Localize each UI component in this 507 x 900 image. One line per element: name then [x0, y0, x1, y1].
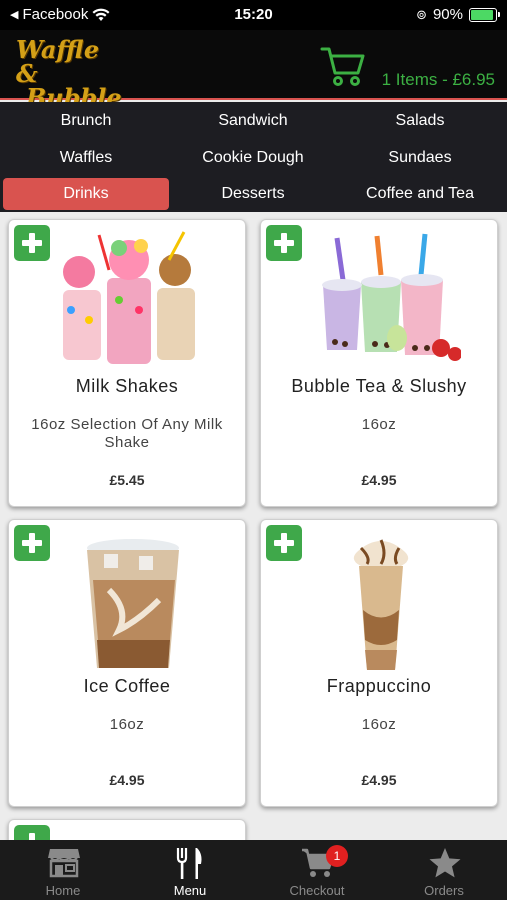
add-button[interactable]	[266, 225, 302, 261]
product-card-frappuccino[interactable]: Frappuccino 16oz £4.95	[260, 519, 498, 807]
nav-checkout-label: Checkout	[289, 883, 345, 898]
category-sundaes[interactable]: Sundaes	[337, 142, 503, 174]
status-bar: ◀ Facebook 15:20 ⊚ 90%	[0, 0, 507, 30]
add-button[interactable]	[14, 525, 50, 561]
product-description: 16oz	[361, 416, 397, 433]
product-title: Ice Coffee	[83, 676, 171, 696]
product-price: £4.95	[361, 472, 397, 488]
product-description: 16oz	[361, 716, 397, 733]
logo-line-1: Waffle &	[16, 35, 100, 88]
bottom-nav: Home Menu 1 Checkout Orders	[0, 840, 507, 900]
nav-checkout[interactable]: 1 Checkout	[254, 840, 380, 900]
category-sandwich[interactable]: Sandwich	[170, 105, 336, 137]
product-title: Bubble Tea & Slushy	[291, 376, 467, 396]
brand-logo[interactable]: Waffle & Bubble	[16, 35, 122, 110]
product-description: 16oz Selection Of Any Milk Shake	[31, 416, 223, 451]
milkshake-image	[63, 231, 195, 364]
battery-percent: 90%	[432, 6, 463, 23]
product-price: £4.95	[109, 772, 145, 788]
product-title: Frappuccino	[326, 676, 432, 696]
app-header: Waffle & Bubble 1 Items - £6.95	[0, 30, 507, 110]
checkout-badge: 1	[326, 845, 348, 867]
product-price: £5.45	[109, 472, 145, 488]
orientation-lock-icon: ⊚	[416, 6, 427, 22]
category-waffles[interactable]: Waffles	[3, 142, 169, 174]
nav-menu-label: Menu	[173, 883, 207, 898]
status-right: ⊚ 90%	[416, 6, 500, 23]
nav-menu[interactable]: Menu	[127, 840, 253, 900]
category-desserts[interactable]: Desserts	[170, 178, 336, 210]
battery-icon	[469, 7, 500, 22]
nav-home-label: Home	[45, 883, 81, 898]
bubble-tea-image	[322, 233, 461, 361]
cart-icon[interactable]	[320, 43, 366, 89]
nav-orders-label: Orders	[424, 883, 464, 898]
cart-summary[interactable]: 1 Items - £6.95	[382, 70, 495, 90]
ice-coffee-image	[87, 539, 179, 668]
product-description: 16oz	[109, 716, 145, 733]
category-bar: Brunch Sandwich Salads Waffles Cookie Do…	[0, 102, 507, 212]
nav-orders[interactable]: Orders	[381, 840, 507, 900]
category-coffee-and-tea[interactable]: Coffee and Tea	[337, 178, 503, 210]
product-card-ice-coffee[interactable]: Ice Coffee 16oz £4.95	[8, 519, 246, 807]
fork-knife-icon	[176, 848, 202, 879]
product-card-milk-shakes[interactable]: Milk Shakes 16oz Selection Of Any Milk S…	[8, 219, 246, 507]
star-icon	[429, 848, 461, 878]
app-screen: ◀ Facebook 15:20 ⊚ 90% Waffle & Bubble 1…	[0, 0, 507, 900]
add-button[interactable]	[14, 225, 50, 261]
nav-home[interactable]: Home	[0, 840, 126, 900]
product-price: £4.95	[361, 772, 397, 788]
category-salads[interactable]: Salads	[337, 105, 503, 137]
product-title: Milk Shakes	[75, 376, 179, 396]
store-icon	[48, 849, 80, 878]
product-card-bubble-tea[interactable]: Bubble Tea & Slushy 16oz £4.95	[260, 219, 498, 507]
add-button[interactable]	[266, 525, 302, 561]
category-drinks[interactable]: Drinks	[3, 178, 169, 210]
category-brunch[interactable]: Brunch	[3, 105, 169, 137]
category-cookie-dough[interactable]: Cookie Dough	[170, 142, 336, 174]
frappuccino-image	[353, 539, 409, 670]
